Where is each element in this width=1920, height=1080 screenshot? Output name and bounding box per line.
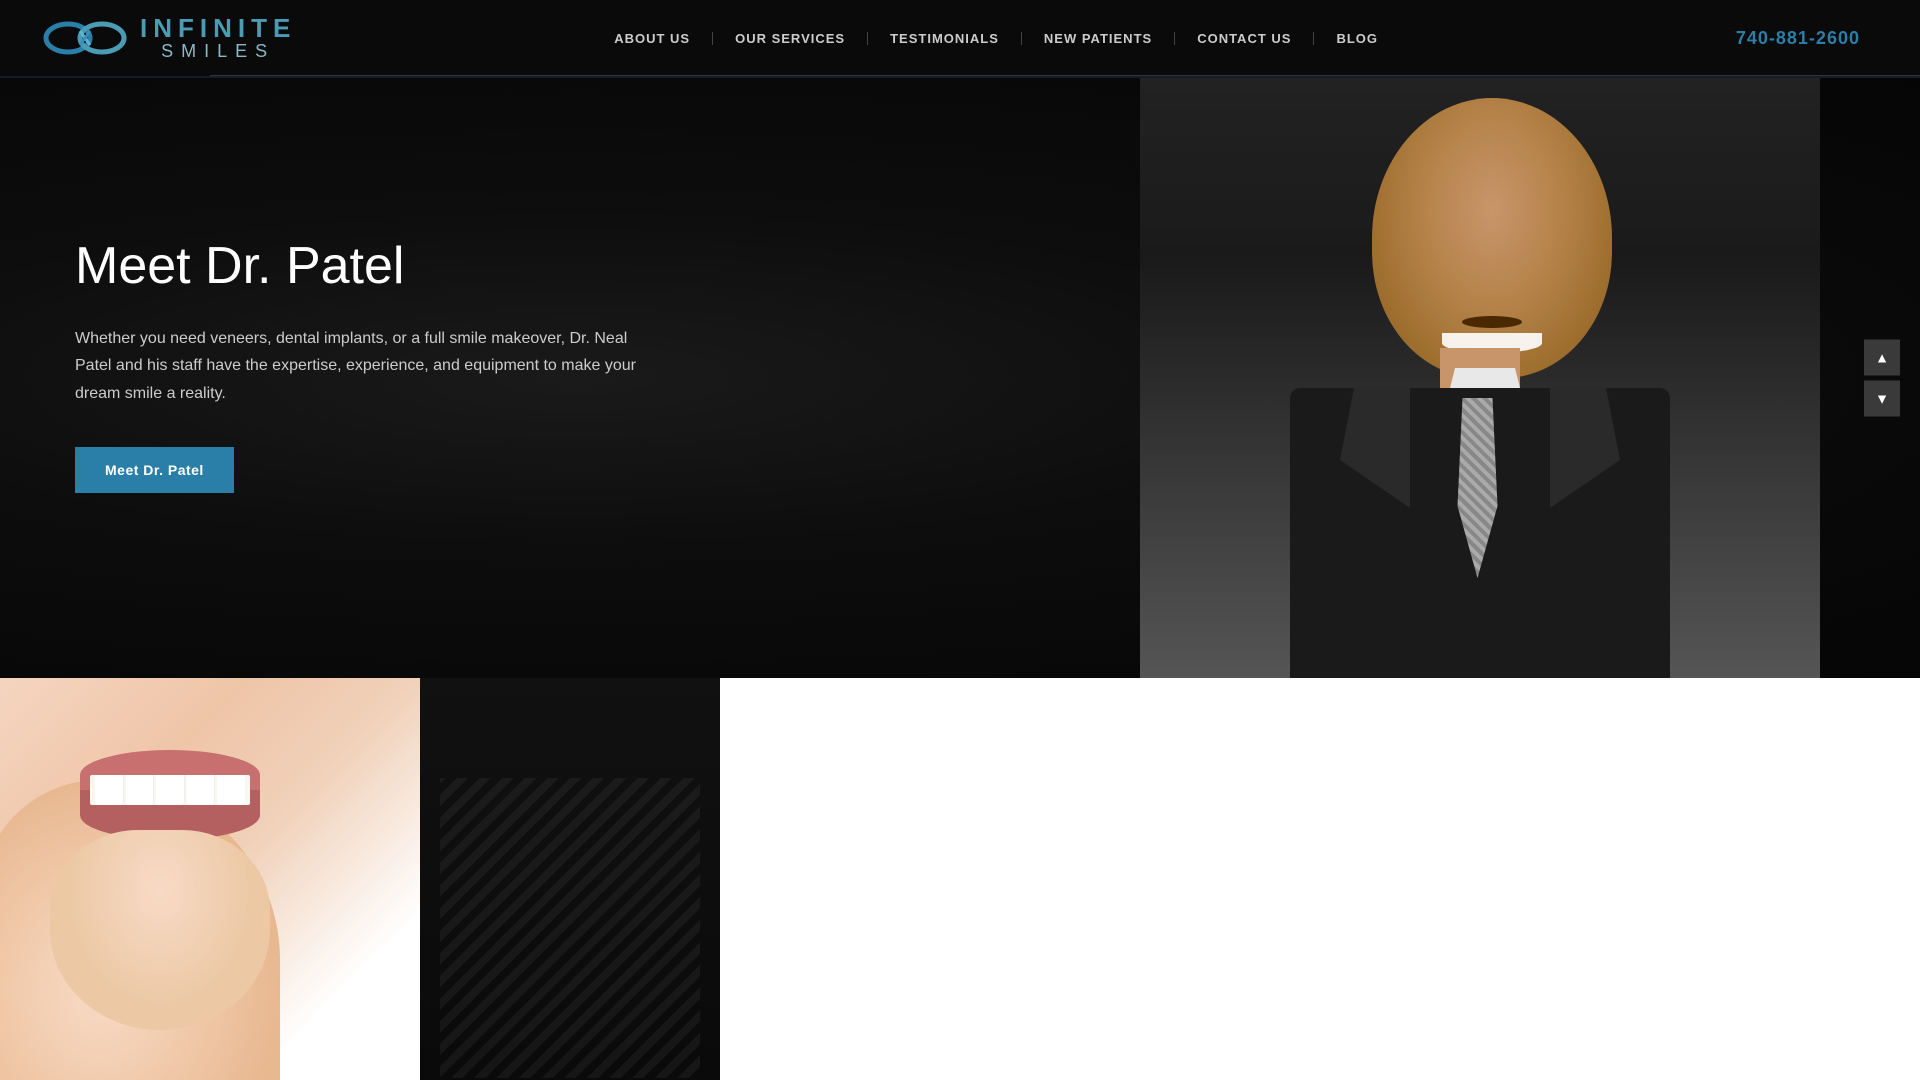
nav-new-patients[interactable]: NEW PATIENTS xyxy=(1022,32,1175,45)
nav-about-us[interactable]: ABOUT US xyxy=(592,32,713,45)
doctor-image xyxy=(1140,78,1820,678)
hero-section: Meet Dr. Patel Whether you need veneers,… xyxy=(0,78,1920,678)
logo-text: INFINITE SMILES xyxy=(140,14,296,62)
main-nav: ABOUT US OUR SERVICES TESTIMONIALS NEW P… xyxy=(592,32,1400,45)
logo-icon xyxy=(40,9,130,67)
bottom-pattern xyxy=(440,778,700,1078)
hero-description: Whether you need veneers, dental implant… xyxy=(75,325,655,407)
scroll-up-arrow[interactable]: ▲ xyxy=(1864,340,1900,376)
hero-title: Meet Dr. Patel xyxy=(75,238,655,295)
lower-section xyxy=(0,678,1920,1080)
nav-testimonials[interactable]: TESTIMONIALS xyxy=(868,32,1022,45)
smile-image-area xyxy=(0,678,420,1080)
nav-contact-us[interactable]: CONTACT US xyxy=(1175,32,1314,45)
nav-blog[interactable]: BLOG xyxy=(1314,32,1400,45)
site-header: INFINITE SMILES ABOUT US OUR SERVICES TE… xyxy=(0,0,1920,78)
scroll-arrows: ▲ ▼ xyxy=(1864,340,1900,417)
logo-infinite: INFINITE xyxy=(140,14,296,43)
header-divider xyxy=(210,75,1920,76)
logo-area: INFINITE SMILES xyxy=(40,9,296,67)
scroll-down-arrow[interactable]: ▼ xyxy=(1864,381,1900,417)
nav-our-services[interactable]: OUR SERVICES xyxy=(713,32,868,45)
hero-content: Meet Dr. Patel Whether you need veneers,… xyxy=(75,238,655,493)
doctor-head xyxy=(1372,98,1612,378)
hero-cta-button[interactable]: Meet Dr. Patel xyxy=(75,447,234,493)
logo-smiles: SMILES xyxy=(140,42,296,62)
doctor-silhouette xyxy=(1140,78,1820,678)
bottom-person-area xyxy=(420,678,720,1080)
phone-number[interactable]: 740-881-2600 xyxy=(1736,28,1860,49)
